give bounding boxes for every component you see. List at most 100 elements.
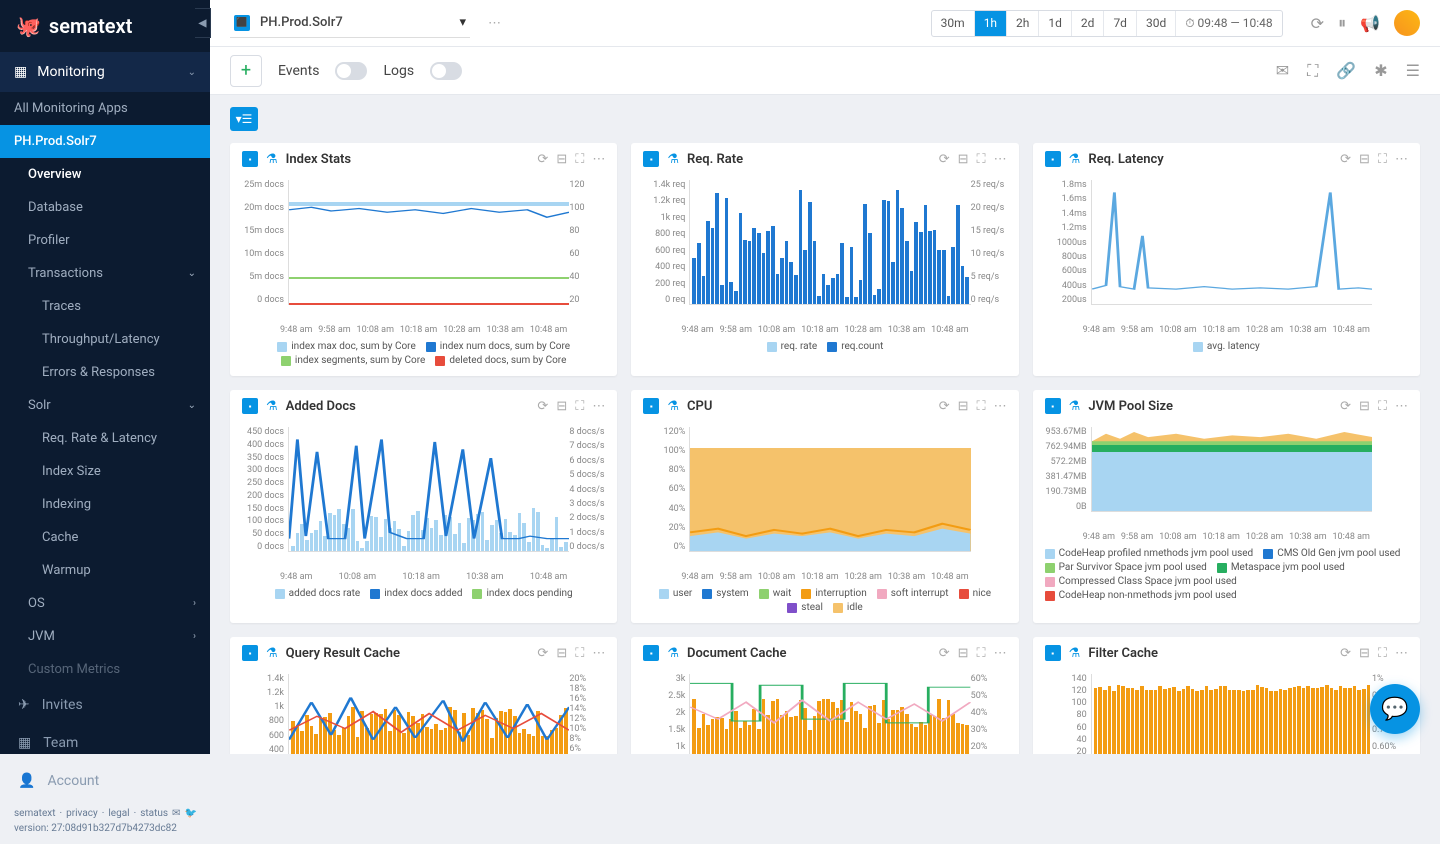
sidebar-traces[interactable]: Traces: [0, 290, 210, 323]
time-2d[interactable]: 2d: [1072, 11, 1105, 36]
pause-icon[interactable]: ⏸: [1338, 13, 1346, 33]
expand-icon[interactable]: ⛶: [1378, 152, 1387, 167]
refresh-icon[interactable]: ⟳: [537, 152, 548, 167]
refresh-icon[interactable]: ⟳: [939, 399, 950, 414]
mail-icon[interactable]: ✉: [1276, 61, 1289, 81]
expand-icon[interactable]: ⛶: [977, 646, 986, 661]
collapse-icon[interactable]: ⊟: [1359, 646, 1370, 661]
footer-status[interactable]: status: [140, 808, 168, 819]
sidebar-account[interactable]: 👤Account: [0, 762, 210, 800]
expand-icon[interactable]: ⛶: [575, 152, 584, 167]
collapse-icon[interactable]: ⊟: [958, 152, 969, 167]
sidebar-profiler[interactable]: Profiler: [0, 224, 210, 257]
expand-icon[interactable]: ⛶: [1378, 646, 1387, 661]
content[interactable]: ▾☰ ▪ ⚗ Index Stats ⟳⊟⛶⋯ 25m docs20m docs…: [210, 95, 1440, 754]
puzzle-icon[interactable]: ✱: [1374, 61, 1387, 81]
expand-icon[interactable]: ⛶: [575, 399, 584, 414]
refresh-icon[interactable]: ⟳: [537, 646, 548, 661]
sidebar-throughput[interactable]: Throughput/Latency: [0, 323, 210, 356]
link-icon[interactable]: 🔗: [1336, 61, 1356, 81]
sidebar-cache[interactable]: Cache: [0, 521, 210, 554]
filter-icon[interactable]: ⚗: [667, 152, 679, 167]
more-icon[interactable]: ⋯: [994, 152, 1007, 167]
footer-sematext[interactable]: sematext: [14, 808, 55, 819]
avatar[interactable]: [1394, 10, 1420, 36]
filter-icon[interactable]: ⚗: [667, 399, 679, 414]
filter-icon[interactable]: ⚗: [1069, 152, 1081, 167]
twitter-icon[interactable]: 🐦: [184, 808, 196, 819]
more-icon[interactable]: ⋯: [592, 399, 605, 414]
filter-icon[interactable]: ⚗: [1069, 399, 1081, 414]
sidebar-all-apps[interactable]: All Monitoring Apps: [0, 92, 210, 125]
expand-icon[interactable]: ⛶: [977, 399, 986, 414]
refresh-icon[interactable]: ⟳: [1340, 152, 1351, 167]
more-icon[interactable]: ⋯: [994, 646, 1007, 661]
collapse-icon[interactable]: ⊟: [556, 646, 567, 661]
time-1d[interactable]: 1d: [1039, 11, 1072, 36]
sidebar-invites[interactable]: ✈Invites: [0, 686, 210, 724]
sidebar-reqrate[interactable]: Req. Rate & Latency: [0, 422, 210, 455]
sidebar-indexing[interactable]: Indexing: [0, 488, 210, 521]
expand-icon[interactable]: ⛶: [575, 646, 584, 661]
collapse-sidebar-icon[interactable]: ◀: [195, 8, 211, 38]
filter-icon[interactable]: ⚗: [1069, 646, 1081, 661]
collapse-icon[interactable]: ⊟: [556, 399, 567, 414]
filter-icon[interactable]: ⚗: [266, 399, 278, 414]
sidebar-os[interactable]: OS›: [0, 587, 210, 620]
footer-privacy[interactable]: privacy: [66, 808, 98, 819]
sidebar-database[interactable]: Database: [0, 191, 210, 224]
time-30d[interactable]: 30d: [1137, 11, 1176, 36]
sidebar-indexsize[interactable]: Index Size: [0, 455, 210, 488]
collapse-icon[interactable]: ⊟: [556, 152, 567, 167]
time-2h[interactable]: 2h: [1007, 11, 1039, 36]
chat-button[interactable]: 💬: [1370, 684, 1420, 734]
mail-icon[interactable]: ✉: [172, 808, 180, 819]
expand-icon[interactable]: ⛶: [977, 152, 986, 167]
filter-icon[interactable]: ⚗: [266, 646, 278, 661]
sidebar-warmup[interactable]: Warmup: [0, 554, 210, 587]
filter-icon[interactable]: ⚗: [667, 646, 679, 661]
chevron-down-icon: ⌄: [188, 400, 196, 411]
refresh-icon[interactable]: ⟳: [939, 152, 950, 167]
fullscreen-icon[interactable]: ⛶: [1307, 61, 1318, 81]
sidebar-app[interactable]: PH.Prod.Solr7: [0, 125, 210, 158]
filter-button[interactable]: ▾☰: [230, 107, 258, 131]
sidebar-overview[interactable]: Overview: [0, 158, 210, 191]
sidebar-transactions[interactable]: Transactions⌄: [0, 257, 210, 290]
add-button[interactable]: +: [230, 55, 262, 87]
menu-icon[interactable]: ☰: [1406, 61, 1420, 81]
more-icon[interactable]: ⋯: [1395, 399, 1408, 414]
more-icon[interactable]: ⋯: [592, 646, 605, 661]
collapse-icon[interactable]: ⊟: [958, 646, 969, 661]
time-range[interactable]: ⏱ 09:48 — 10:48: [1176, 11, 1281, 36]
announce-icon[interactable]: 📢: [1360, 14, 1380, 33]
collapse-icon[interactable]: ⊟: [1359, 152, 1370, 167]
logs-toggle[interactable]: [430, 62, 462, 80]
refresh-icon[interactable]: ⟳: [1340, 646, 1351, 661]
filter-icon[interactable]: ⚗: [266, 152, 278, 167]
more-icon[interactable]: ⋯: [592, 152, 605, 167]
refresh-icon[interactable]: ⟳: [939, 646, 950, 661]
more-icon[interactable]: ⋯: [1395, 646, 1408, 661]
time-1h[interactable]: 1h: [975, 11, 1007, 36]
collapse-icon[interactable]: ⊟: [1359, 399, 1370, 414]
expand-icon[interactable]: ⛶: [1378, 399, 1387, 414]
refresh-icon[interactable]: ⟳: [1311, 14, 1324, 33]
sidebar-jvm[interactable]: JVM›: [0, 620, 210, 653]
collapse-icon[interactable]: ⊟: [958, 399, 969, 414]
events-toggle[interactable]: [335, 62, 367, 80]
time-30m[interactable]: 30m: [932, 11, 975, 36]
more-icon[interactable]: ⋯: [1395, 152, 1408, 167]
sidebar-solr[interactable]: Solr⌄: [0, 389, 210, 422]
sidebar-errors[interactable]: Errors & Responses: [0, 356, 210, 389]
app-selector[interactable]: ⬛ PH.Prod.Solr7 ▾: [230, 9, 470, 38]
footer-legal[interactable]: legal: [108, 808, 129, 819]
more-icon[interactable]: ⋯: [484, 12, 505, 35]
refresh-icon[interactable]: ⟳: [1340, 399, 1351, 414]
more-icon[interactable]: ⋯: [994, 399, 1007, 414]
sidebar-custom[interactable]: Custom Metrics: [0, 653, 210, 686]
time-7d[interactable]: 7d: [1104, 11, 1137, 36]
sidebar-team[interactable]: ▦Team: [0, 724, 210, 762]
refresh-icon[interactable]: ⟳: [537, 399, 548, 414]
sidebar-section-monitoring[interactable]: ▦ Monitoring ⌄: [0, 52, 210, 92]
